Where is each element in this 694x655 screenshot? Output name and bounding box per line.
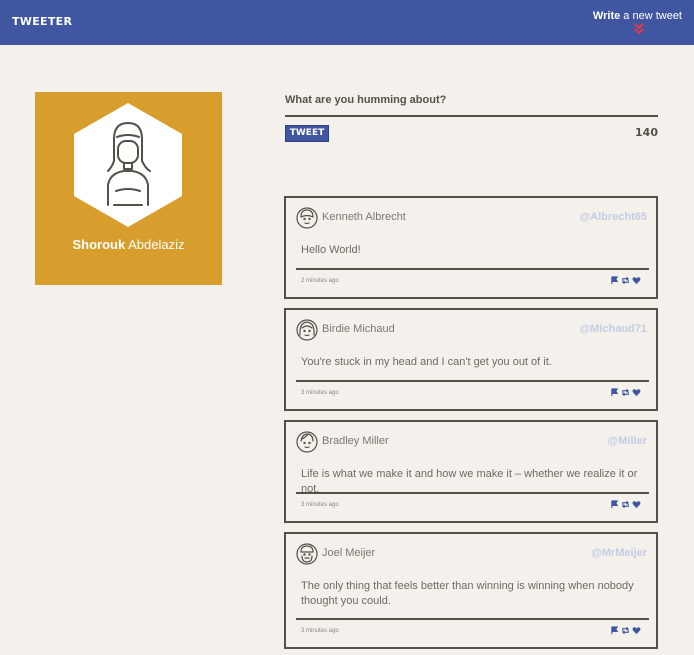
profile-name: Shorouk Abdelaziz: [35, 237, 222, 252]
flag-icon[interactable]: [610, 276, 619, 285]
tweet-card: Bradley Miller @Miller Life is what we m…: [284, 420, 658, 523]
tweet-divider: [296, 380, 649, 382]
woman-avatar-icon: [296, 319, 318, 341]
retweet-icon[interactable]: [621, 276, 630, 285]
tweet-actions: [610, 276, 642, 285]
tweet-author-name: Birdie Michaud: [322, 323, 395, 335]
tweet-actions: [610, 500, 642, 509]
flag-icon[interactable]: [610, 626, 619, 635]
man-avatar-icon: [296, 431, 318, 453]
heart-icon[interactable]: [632, 626, 641, 635]
tweet-composer: What are you humming about? TWEET 140: [285, 94, 658, 142]
profile-last-name: Abdelaziz: [125, 237, 185, 252]
tweet-author-name: Joel Meijer: [322, 547, 376, 559]
retweet-icon[interactable]: [621, 626, 630, 635]
tweet-author-handle[interactable]: @Michaud71: [579, 323, 647, 335]
heart-icon[interactable]: [632, 388, 641, 397]
tweet-content: Hello World!: [301, 244, 361, 256]
tweet-timestamp: 3 minutes ago: [301, 628, 339, 634]
double-chevron-down-icon[interactable]: [632, 22, 646, 36]
flag-icon[interactable]: [610, 388, 619, 397]
compose-rest-label: a new tweet: [620, 10, 682, 22]
tweet-timestamp: 3 minutes ago: [301, 390, 339, 396]
tweet-actions: [610, 626, 642, 635]
tweet-timestamp: 3 minutes ago: [301, 502, 339, 508]
flag-icon[interactable]: [610, 500, 619, 509]
tweet-divider: [296, 492, 649, 494]
tweet-divider: [296, 618, 649, 620]
composer-prompt[interactable]: What are you humming about?: [285, 94, 658, 106]
woman-avatar-icon: [74, 103, 182, 227]
composer-input-underline[interactable]: [285, 115, 658, 117]
tweet-author-handle[interactable]: @MrMeijer: [591, 547, 647, 559]
tweet-content: You're stuck in my head and I can't get …: [301, 356, 552, 368]
tweet-timestamp: 2 minutes ago: [301, 278, 339, 284]
man-avatar-icon: [296, 207, 318, 229]
brand-logo[interactable]: TWEETER: [12, 15, 72, 28]
tweet-author-handle[interactable]: @Miller: [608, 435, 647, 447]
tweet-button[interactable]: TWEET: [285, 125, 329, 142]
tweet-author-name: Bradley Miller: [322, 435, 389, 447]
tweet-author-handle[interactable]: @Albrecht65: [579, 211, 647, 223]
write-new-tweet-link[interactable]: Write a new tweet: [593, 10, 682, 22]
tweet-card: Joel Meijer @MrMeijer The only thing tha…: [284, 532, 658, 649]
tweet-divider: [296, 268, 649, 270]
compose-bold-label: Write: [592, 10, 621, 22]
profile-first-name: Shorouk: [72, 237, 126, 252]
tweet-card: Birdie Michaud @Michaud71 You're stuck i…: [284, 308, 658, 411]
tweet-author-name: Kenneth Albrecht: [322, 211, 406, 223]
retweet-icon[interactable]: [621, 500, 630, 509]
tweet-actions: [610, 388, 642, 397]
tweet-card: Kenneth Albrecht @Albrecht65 Hello World…: [284, 196, 658, 299]
bearded-man-avatar-icon: [296, 543, 318, 565]
profile-card: Shorouk Abdelaziz: [35, 92, 222, 285]
heart-icon[interactable]: [632, 276, 641, 285]
tweet-content: The only thing that feels better than wi…: [301, 580, 634, 607]
character-counter: 140: [635, 126, 658, 139]
heart-icon[interactable]: [632, 500, 641, 509]
retweet-icon[interactable]: [621, 388, 630, 397]
navbar: TWEETER Write a new tweet: [0, 0, 694, 45]
